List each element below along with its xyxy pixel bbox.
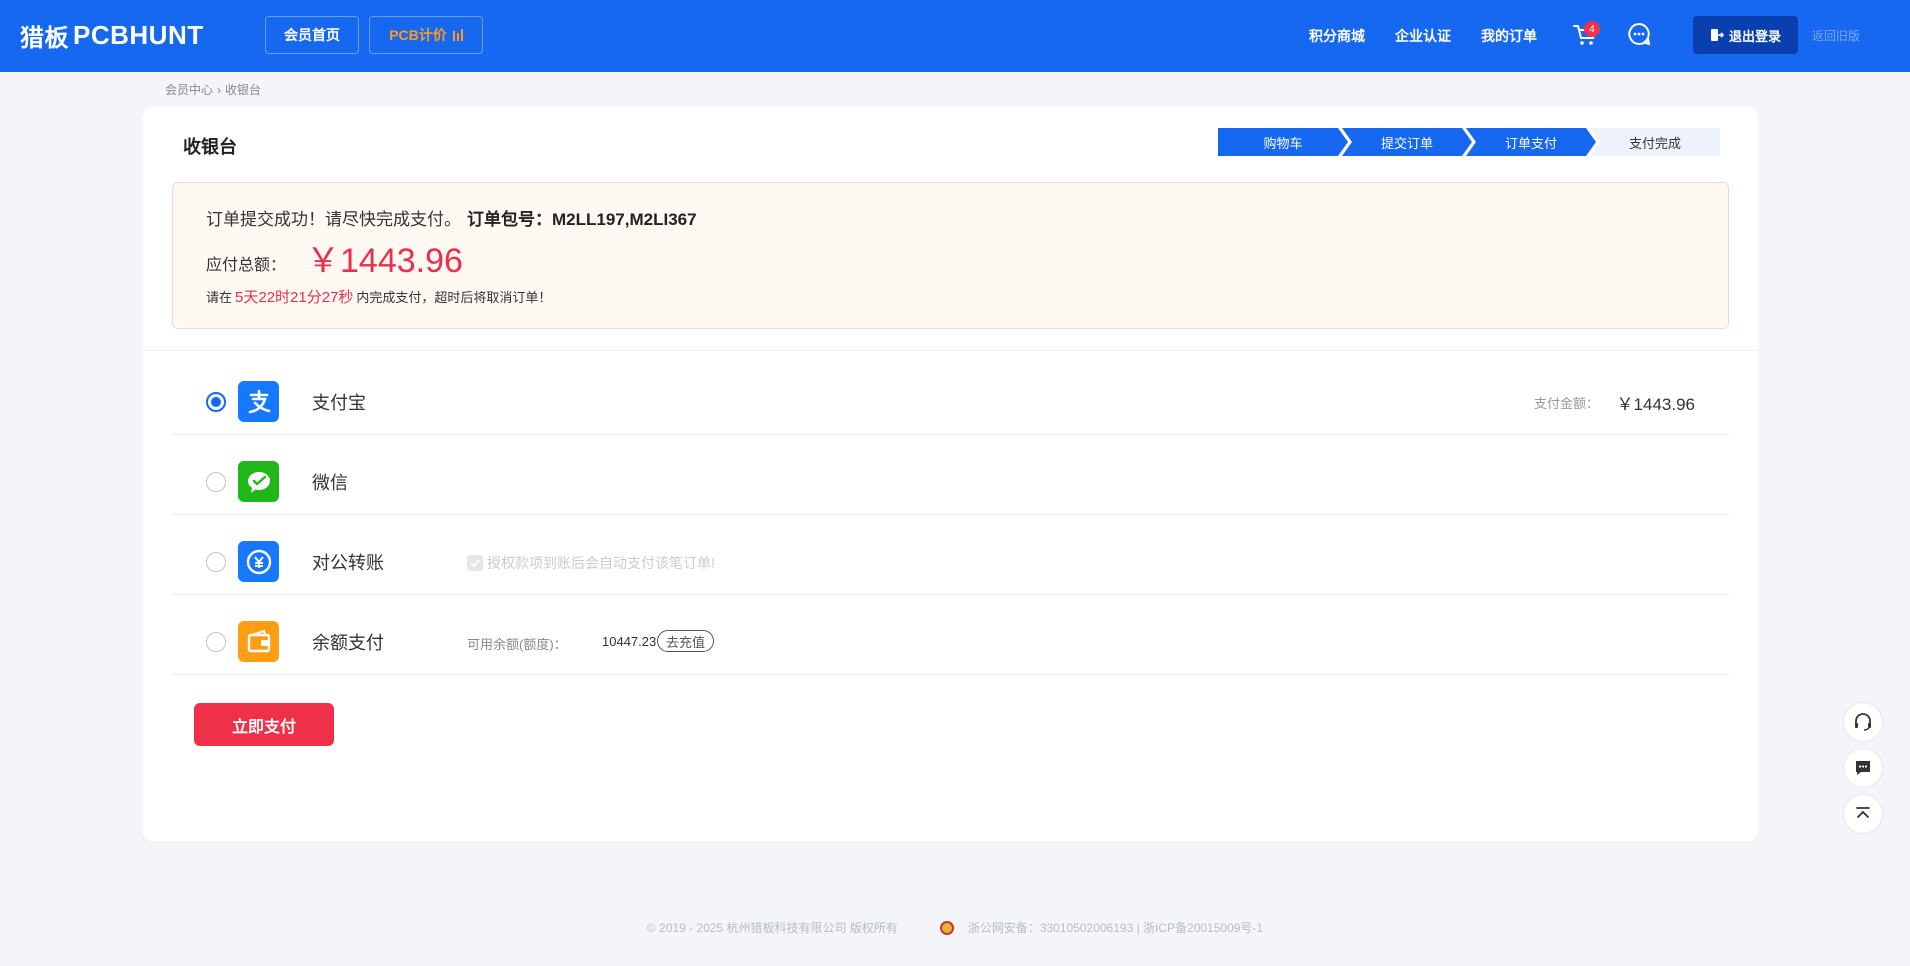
link-old-version[interactable]: 返回旧版: [1812, 27, 1860, 44]
order-notice: 订单提交成功！请尽快完成支付。 订单包号：M2LL197,M2LI367 应付总额…: [172, 182, 1729, 329]
back-to-top-icon: [1856, 807, 1870, 818]
bank-transfer-label: 对公转账: [312, 553, 384, 573]
notice-message: 订单提交成功！请尽快完成支付。: [206, 210, 461, 229]
notice-message-line: 订单提交成功！请尽快完成支付。 订单包号：M2LL197,M2LI367: [206, 205, 697, 230]
wechat-pay-icon: [238, 461, 279, 502]
customer-service-button[interactable]: [1843, 702, 1883, 742]
footer-record[interactable]: 浙公网安备：33010502006193 | 浙ICP备20015009号-1: [968, 921, 1263, 935]
alipay-radio[interactable]: [206, 392, 226, 412]
order-package-number: 订单包号：M2LL197,M2LI367: [467, 210, 697, 229]
cashier-card: 收银台 购物车 提交订单 订单支付 支付完成 订单提交成功！请尽快完成支付。 订单…: [143, 107, 1758, 841]
page-title: 收银台: [183, 137, 237, 157]
recharge-button[interactable]: 去充值: [657, 630, 715, 652]
logo-en: PCBHUNT: [73, 19, 204, 50]
police-badge-icon: [940, 921, 955, 935]
auto-pay-note: 授权款项到账后会自动支付该笔订单!: [487, 555, 715, 571]
breadcrumb-current: 收银台: [225, 83, 262, 97]
back-to-top-button[interactable]: [1843, 794, 1883, 834]
total-amount: ￥1443.96: [306, 242, 463, 280]
step-submit-order: 提交订单: [1342, 128, 1472, 156]
breadcrumb-separator: ›: [217, 82, 222, 97]
top-header: 猎板 PCBHUNT 会员首页 PCB计价 积分商城 企业认证 我的订单 4 退…: [0, 0, 1910, 72]
logout-label: 退出登录: [1728, 28, 1781, 44]
link-my-orders[interactable]: 我的订单: [1481, 26, 1537, 46]
logo[interactable]: 猎板 PCBHUNT: [20, 19, 204, 52]
payment-option-alipay[interactable]: 支付宝 支付金额： ￥1443.96: [172, 355, 1729, 435]
cart-count-badge: 4: [1584, 21, 1600, 37]
countdown-timer: 5天22时21分27秒: [235, 289, 354, 306]
step-payment-complete: 支付完成: [1590, 128, 1720, 156]
chat-icon: [1856, 761, 1870, 775]
breadcrumb: 会员中心 › 收银台: [165, 81, 261, 98]
countdown-suffix: 内完成支付，超时后将取消订单！: [356, 290, 552, 305]
wallet-icon: [238, 621, 279, 662]
available-balance-label: 可用余额(额度)：: [467, 637, 567, 652]
pay-amount-value: ￥1443.96: [1616, 395, 1695, 414]
order-steps: 购物车 提交订单 订单支付 支付完成: [1218, 128, 1720, 156]
countdown-line: 请在 5天22时21分27秒 内完成支付，超时后将取消订单！: [206, 286, 551, 307]
bank-transfer-icon: [238, 541, 279, 582]
balance-label: 余额支付: [312, 633, 384, 653]
countdown-prefix: 请在: [206, 290, 233, 305]
wechat-radio[interactable]: [206, 472, 226, 492]
pay-amount-label: 支付金额：: [1533, 396, 1599, 411]
payment-option-balance[interactable]: 余额支付 可用余额(额度)： 10447.23 去充值: [172, 595, 1729, 675]
logo-cn: 猎板: [20, 24, 69, 52]
step-order-payment: 订单支付: [1466, 128, 1596, 156]
headset-icon: [1855, 713, 1871, 731]
checkbox-icon[interactable]: [467, 555, 483, 571]
link-points-mall[interactable]: 积分商城: [1309, 26, 1365, 46]
breadcrumb-home[interactable]: 会员中心: [165, 81, 213, 98]
message-icon[interactable]: [1627, 22, 1651, 46]
logout-icon: [1710, 29, 1724, 41]
payment-option-bank-transfer[interactable]: 对公转账 授权款项到账后会自动支付该笔订单!: [172, 515, 1729, 595]
nav-member-home-label: 会员首页: [284, 27, 340, 43]
alipay-icon: [238, 381, 279, 422]
payment-option-wechat[interactable]: 微信: [172, 435, 1729, 515]
balance-radio[interactable]: [206, 632, 226, 652]
nav-pcb-quote[interactable]: PCB计价: [369, 16, 483, 54]
nav-pcb-quote-label: PCB计价: [389, 27, 447, 43]
logout-button[interactable]: 退出登录: [1693, 16, 1798, 54]
total-label: 应付总额：: [206, 257, 287, 274]
footer: © 2019 - 2025 杭州猎板科技有限公司 版权所有 浙公网安备：3301…: [0, 919, 1910, 936]
bars-icon: [452, 29, 463, 41]
alipay-label: 支付宝: [312, 393, 366, 413]
chat-button[interactable]: [1843, 748, 1883, 788]
pay-now-button[interactable]: 立即支付: [194, 703, 334, 746]
footer-copyright: © 2019 - 2025 杭州猎板科技有限公司 版权所有: [646, 921, 898, 935]
step-cart: 购物车: [1218, 128, 1348, 156]
wechat-label: 微信: [312, 473, 348, 493]
available-balance-value: 10447.23: [602, 634, 657, 649]
divider: [143, 350, 1758, 351]
bank-transfer-radio[interactable]: [206, 552, 226, 572]
link-enterprise-cert[interactable]: 企业认证: [1395, 26, 1451, 46]
auto-pay-authorization[interactable]: 授权款项到账后会自动支付该笔订单!: [467, 553, 715, 573]
nav-member-home[interactable]: 会员首页: [265, 16, 359, 54]
